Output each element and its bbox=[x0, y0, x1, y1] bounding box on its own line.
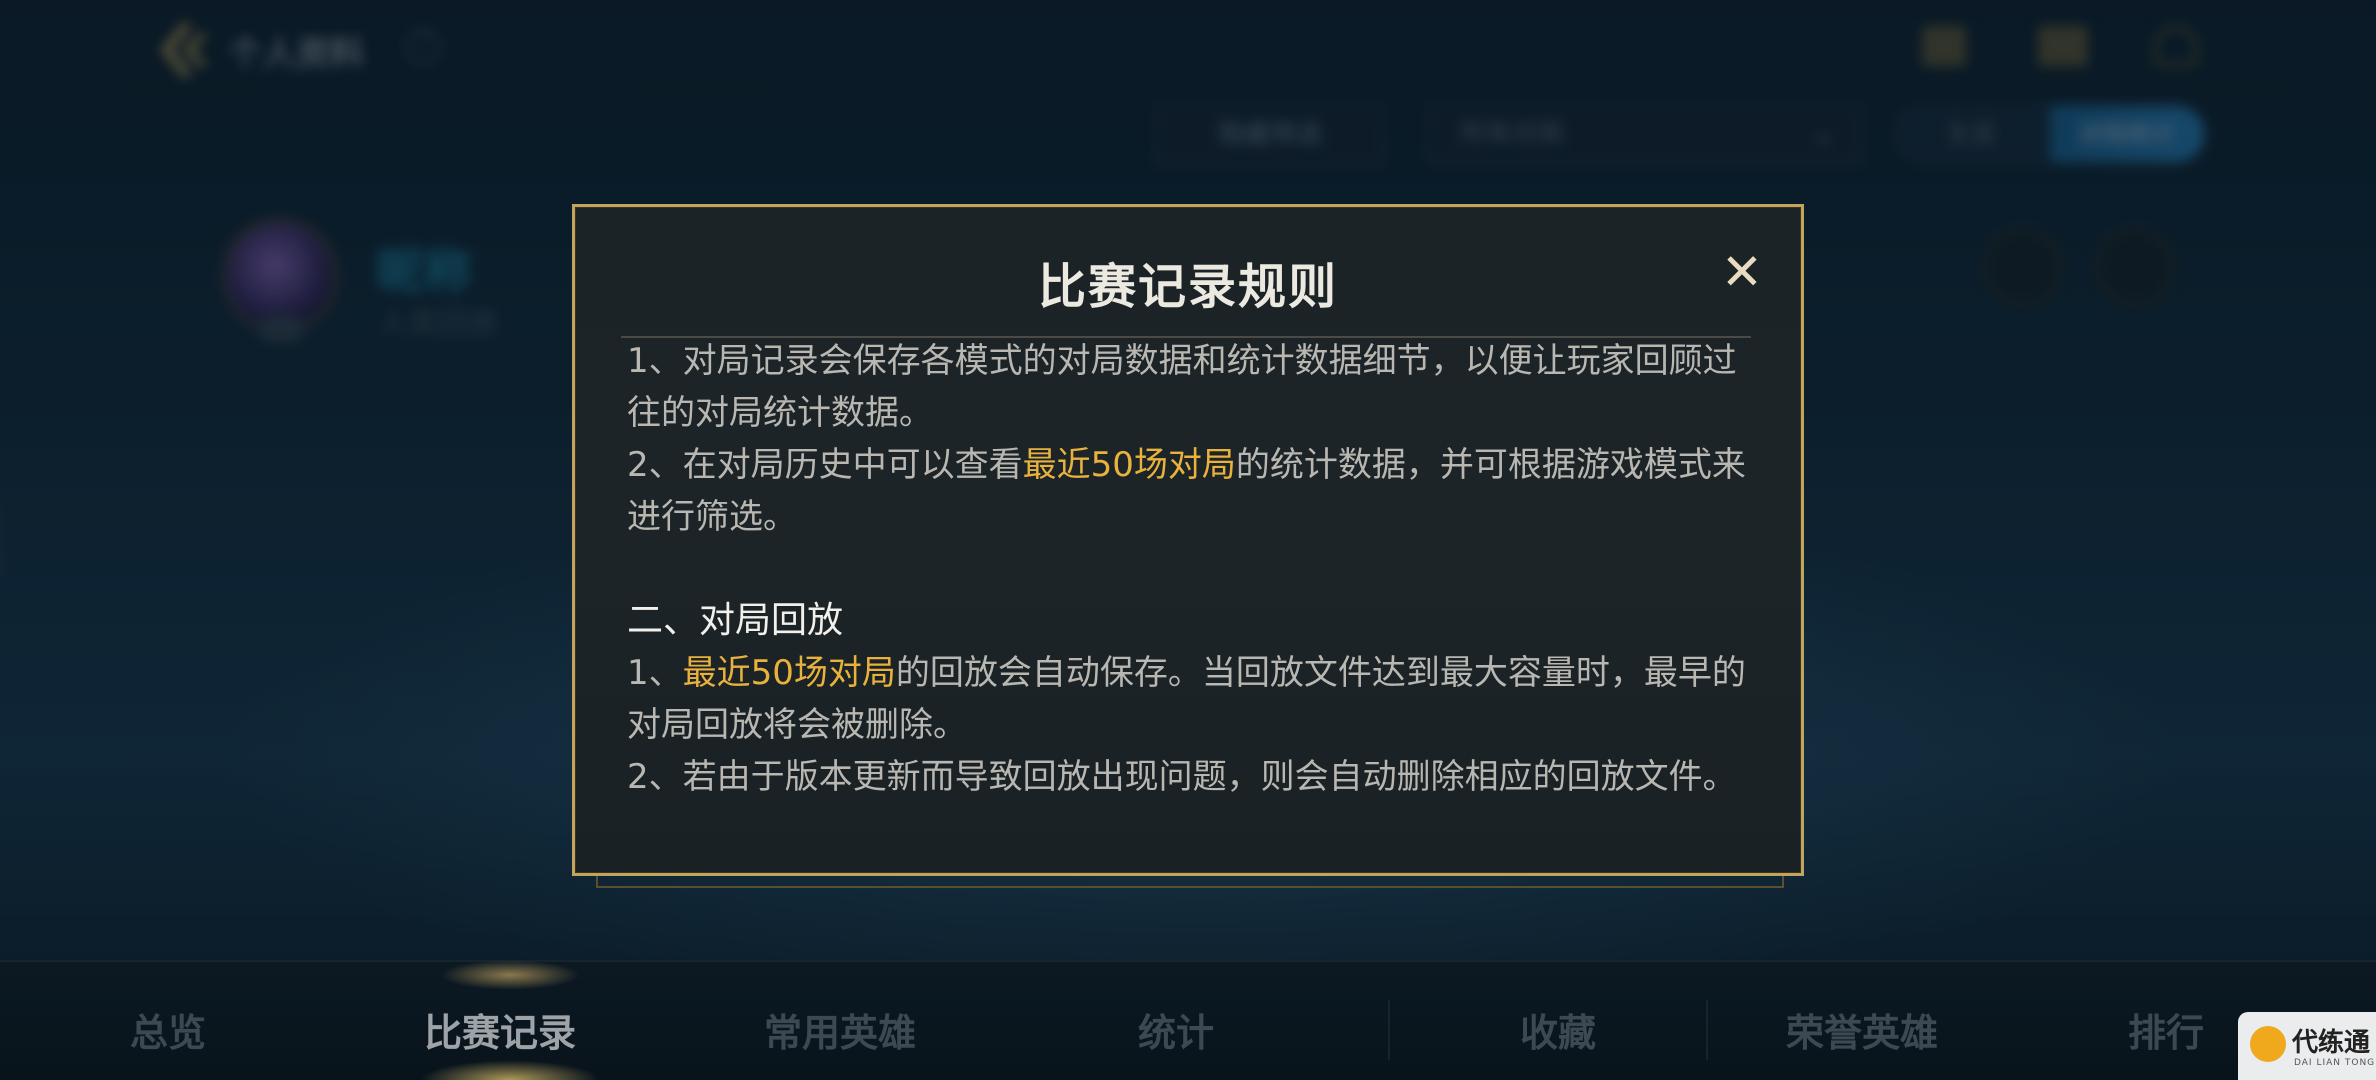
rule-1-1: 1、对局记录会保存各模式的对局数据和统计数据细节，以便让玩家回顾过往的对局统计数… bbox=[627, 341, 1737, 433]
rule-2-1-highlight: 最近50场对局 bbox=[682, 653, 896, 693]
rules-body: 1、对局记录会保存各模式的对局数据和统计数据细节，以便让玩家回顾过往的对局统计数… bbox=[627, 335, 1767, 855]
rule-1-2-prefix: 2、在对局历史中可以查看 bbox=[627, 445, 1023, 485]
game-screen: 个人资料 ? 隐藏筛选 所有对局 ⌄ 生涯 对局统计 昵称 人类回放 21620… bbox=[0, 0, 2376, 1080]
watermark-logo: 代练通 DAI LIAN TONG bbox=[2238, 1012, 2376, 1080]
rule-2-1: 1、最近50场对局的回放会自动保存。当回放文件达到最大容量时，最早的对局回放将会… bbox=[627, 647, 1767, 751]
rule-1-2: 2、在对局历史中可以查看最近50场对局的统计数据，并可根据游戏模式来进行筛选。 bbox=[627, 439, 1767, 543]
rule-1-2-highlight: 最近50场对局 bbox=[1022, 445, 1236, 485]
rules-modal: 比赛记录规则 ✕ 1、对局记录会保存各模式的对局数据和统计数据细节，以便让玩家回… bbox=[572, 204, 1804, 876]
rule-2-2: 2、若由于版本更新而导致回放出现问题，则会自动删除相应的回放文件。 bbox=[627, 757, 1737, 797]
watermark-subtext: DAI LIAN TONG bbox=[2294, 1058, 2376, 1068]
watermark-text: 代练通 bbox=[2292, 1028, 2371, 1058]
logo-badge-icon bbox=[2250, 1026, 2286, 1062]
modal-title: 比赛记录规则 bbox=[1037, 259, 1338, 315]
rule-2-1-prefix: 1、 bbox=[627, 653, 683, 693]
close-icon[interactable]: ✕ bbox=[1715, 245, 1769, 299]
section-2-title: 二、对局回放 bbox=[627, 600, 844, 641]
